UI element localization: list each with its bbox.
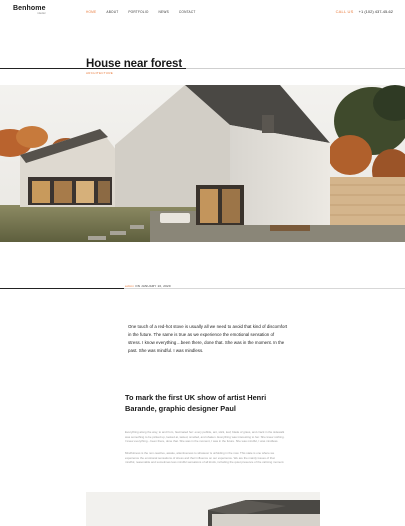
logo-tagline: interior bbox=[37, 11, 46, 15]
logo[interactable]: Benhome interior bbox=[13, 5, 46, 15]
section-title: To mark the first UK show of artist Henr… bbox=[125, 393, 267, 413]
category-link[interactable]: ARCHITECTURE bbox=[86, 71, 113, 75]
nav-portfolio[interactable]: PORTFOLIO bbox=[128, 10, 148, 14]
post-meta: admin ON JANUARY 10, 2020 bbox=[125, 284, 171, 288]
call-us: CALL US +1 (102) 437-45-62 bbox=[336, 9, 393, 14]
author-link[interactable]: admin bbox=[125, 284, 134, 288]
house-photo bbox=[0, 85, 405, 242]
hero-image bbox=[0, 85, 405, 242]
site-header: Benhome interior HOME ABOUT PORTFOLIO NE… bbox=[0, 0, 405, 22]
house-photo-2 bbox=[86, 492, 320, 526]
phone-link[interactable]: +1 (102) 437-45-62 bbox=[359, 9, 393, 14]
logo-name: Benhome bbox=[13, 5, 46, 12]
main-nav: HOME ABOUT PORTFOLIO NEWS CONTACT bbox=[86, 10, 205, 14]
post-date: ON JANUARY 10, 2020 bbox=[135, 284, 171, 288]
call-us-label: CALL US bbox=[335, 9, 354, 14]
nav-news[interactable]: NEWS bbox=[159, 10, 169, 14]
paragraph: Mindfulness is the non-reactive, awake, … bbox=[125, 451, 285, 464]
page-title: House near forest bbox=[86, 58, 183, 70]
paragraph: Everything along the way, to and from, f… bbox=[125, 430, 285, 443]
nav-home[interactable]: HOME bbox=[86, 10, 96, 14]
article-quote: One touch of a red-hot stove is usually … bbox=[128, 324, 288, 354]
nav-about[interactable]: ABOUT bbox=[106, 10, 118, 14]
meta-divider-accent bbox=[0, 288, 124, 289]
nav-contact[interactable]: CONTACT bbox=[179, 10, 196, 14]
second-image bbox=[86, 492, 320, 526]
